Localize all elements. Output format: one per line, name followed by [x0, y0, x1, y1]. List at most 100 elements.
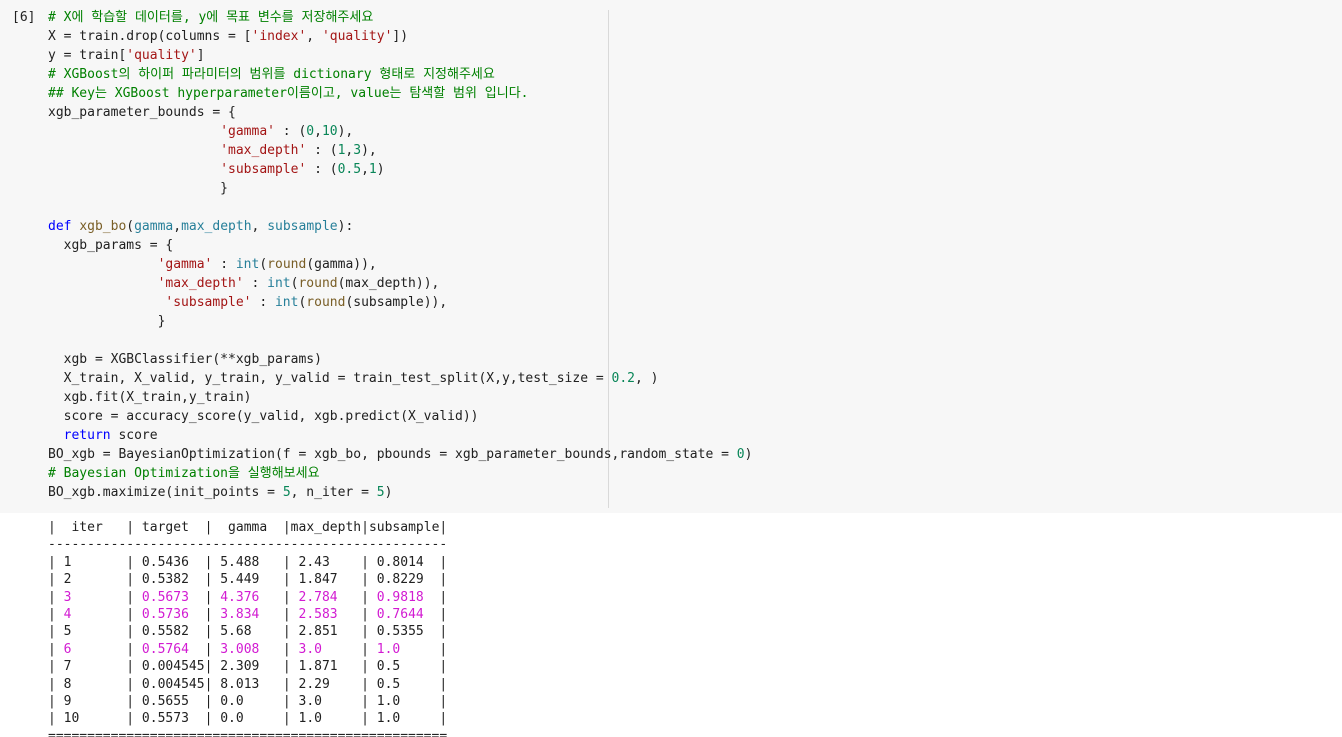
code-token-plain: xgb_params = {: [48, 238, 174, 253]
code-token-func: round: [306, 295, 346, 310]
code-token-plain: (: [126, 219, 135, 234]
code-token-number: 3: [353, 143, 362, 158]
table-border: |: [126, 676, 135, 692]
table-border: |: [439, 641, 448, 657]
table-separator: ========================================…: [48, 728, 447, 737]
table-cell: 0.5: [368, 659, 440, 675]
header-cell: max_depth: [290, 520, 362, 535]
table-cell: 2.309: [212, 659, 283, 675]
code-token-string: 'max_depth': [157, 276, 244, 291]
code-line: X = train.drop(columns = ['index', 'qual…: [48, 27, 688, 46]
code-token-builtin: int: [267, 276, 291, 291]
code-line: y = train['quality']: [48, 46, 688, 65]
table-cell: 10: [55, 711, 127, 727]
table-cell: 3.0: [290, 641, 362, 657]
table-border: |: [126, 572, 135, 588]
table-border: |: [282, 641, 291, 657]
code-token-number: 0.2: [611, 371, 636, 386]
code-token-number: 5: [376, 485, 385, 500]
table-cell: 1: [55, 554, 127, 570]
code-token-plain: X_train, X_valid, y_train, y_valid = tra…: [48, 371, 612, 386]
table-cell: 1.0: [368, 711, 440, 727]
table-border: |: [282, 572, 291, 588]
table-cell: 4: [55, 606, 127, 622]
code-token-plain: BO_xgb.maximize(init_points =: [48, 485, 283, 500]
table-row: | 9 | 0.5655 | 0.0 | 3.0 | 1.0 |: [48, 693, 447, 710]
table-border: |: [126, 711, 135, 727]
code-token-plain: ): [384, 485, 393, 500]
table-cell: 3.0: [290, 693, 362, 709]
code-line: 'subsample' : (0.5,1): [48, 160, 688, 179]
code-token-plain: }: [48, 314, 166, 329]
code-line: 'gamma' : int(round(gamma)),: [48, 255, 688, 274]
code-line: def xgb_bo(gamma,max_depth, subsample):: [48, 217, 688, 236]
table-border: |: [48, 606, 56, 622]
table-border: |: [282, 606, 291, 622]
table-border: |: [282, 711, 291, 727]
table-cell: 0.0: [212, 711, 283, 727]
header-cell: subsample: [368, 520, 440, 535]
table-border: |: [126, 693, 135, 709]
table-cell: 0.8229: [368, 572, 440, 588]
table-border: |: [439, 659, 448, 675]
code-token-plain: ): [376, 162, 385, 177]
code-token-plain: (subsample)),: [345, 295, 448, 310]
table-border: |: [439, 624, 448, 640]
code-line: 'subsample' : int(round(subsample)),: [48, 293, 688, 312]
table-row: | 7 | 0.004545| 2.309 | 1.871 | 0.5 |: [48, 658, 447, 675]
table-border: |: [439, 520, 448, 535]
table-cell: 1.847: [290, 572, 362, 588]
code-token-plain: , ): [635, 371, 659, 386]
table-row: | 3 | 0.5673 | 4.376 | 2.784 | 0.9818 |: [48, 589, 447, 606]
table-cell: 0.0: [212, 693, 283, 709]
table-cell: 0.5655: [134, 693, 205, 709]
table-cell: 1.871: [290, 659, 362, 675]
table-border: |: [439, 676, 448, 692]
code-token-func: xgb_bo: [79, 219, 127, 234]
header-cell: gamma: [212, 520, 283, 535]
code-token-plain: (max_depth)),: [337, 276, 440, 291]
table-border: |: [48, 520, 56, 535]
table-cell: 8: [55, 676, 127, 692]
code-token-plain: : (: [274, 124, 307, 139]
code-token-string: 'gamma': [157, 257, 213, 272]
code-token-plain: : (: [306, 162, 338, 177]
table-cell: 2.43: [290, 554, 362, 570]
table-border: |: [282, 659, 291, 675]
code-token-plain: ,: [251, 219, 268, 234]
code-token-number: 5: [282, 485, 291, 500]
table-border: |: [282, 520, 291, 535]
code-token-keyword: def: [48, 219, 72, 234]
code-line: X_train, X_valid, y_train, y_valid = tra…: [48, 369, 688, 388]
code-token-plain: ,: [361, 162, 369, 177]
table-border: |: [439, 589, 448, 605]
table-cell: 2: [55, 572, 127, 588]
code-line: xgb = XGBClassifier(**xgb_params): [48, 350, 688, 369]
code-cell[interactable]: [6] # X에 학습할 데이터를, y에 목표 변수를 저장해주세요 X = t…: [0, 0, 1342, 513]
code-token-plain: (: [259, 257, 268, 272]
code-line: # XGBoost의 하이퍼 파라미터의 범위를 dictionary 형태로 …: [48, 65, 688, 84]
table-cell: 4.376: [212, 589, 283, 605]
code-editor[interactable]: # X에 학습할 데이터를, y에 목표 변수를 저장해주세요 X = train…: [48, 8, 752, 502]
code-line: 'gamma' : (0,10),: [48, 122, 688, 141]
code-token-plain: (gamma)),: [306, 257, 377, 272]
table-cell: 2.29: [290, 676, 362, 692]
table-cell: 1.0: [368, 641, 440, 657]
table-border: |: [361, 676, 369, 692]
code-line: }: [48, 312, 688, 331]
table-border: |: [282, 676, 291, 692]
table-cell: 6: [55, 641, 127, 657]
code-token-plain: xgb_parameter_bounds = {: [48, 105, 236, 120]
table-cell: 0.9818: [368, 589, 440, 605]
code-token-number: 1: [368, 162, 377, 177]
table-border: |: [48, 572, 56, 588]
code-token-plain: ]): [392, 29, 409, 44]
code-line: xgb_params = {: [48, 236, 688, 255]
code-token-string: 'gamma': [220, 124, 275, 139]
code-line: xgb_parameter_bounds = {: [48, 103, 688, 122]
table-border: |: [361, 711, 369, 727]
code-token-plain: score = accuracy_score(y_valid, xgb.pred…: [48, 409, 479, 424]
table-cell: 0.004545: [134, 676, 205, 692]
